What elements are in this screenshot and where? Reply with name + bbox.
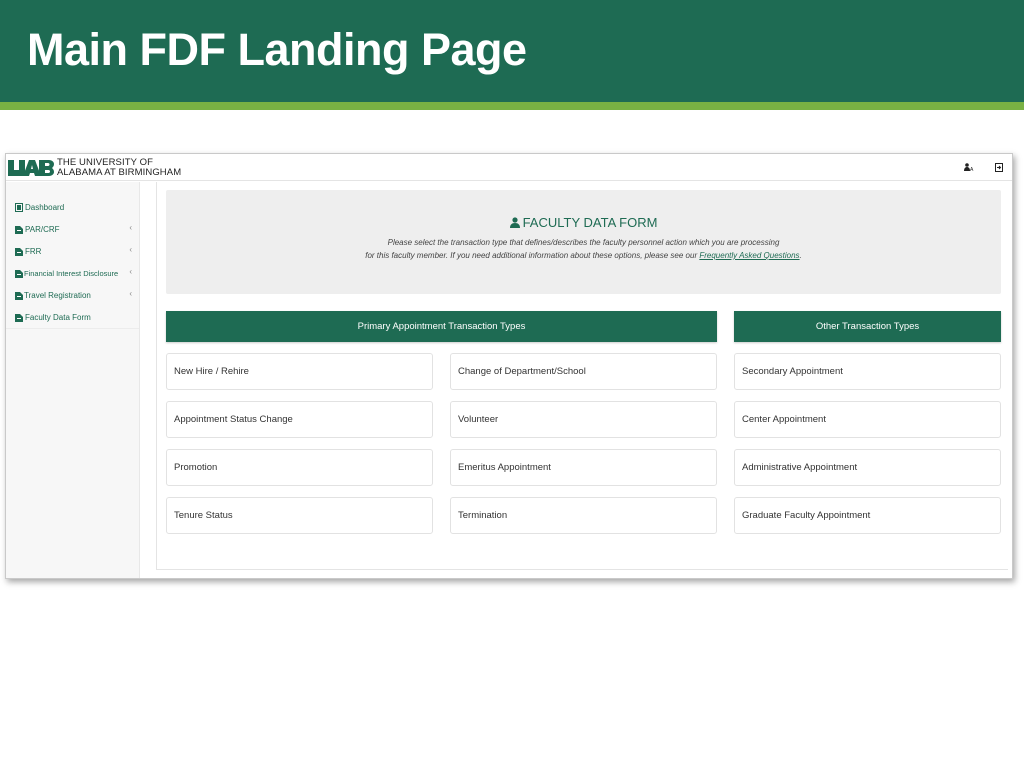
page-title: FACULTY DATA FORM [166,215,1001,230]
instructions-line2-end: . [799,251,802,260]
other-types-header: Other Transaction Types [734,311,1001,342]
instructions-line2-text: for this faculty member. If you need add… [365,251,700,260]
sidebar-item-faculty-data-form[interactable]: Faculty Data Form [6,306,139,328]
sidebar-item-label: Financial Interest Disclosure [24,268,119,278]
tile-new-hire-rehire[interactable]: New Hire / Rehire [166,353,433,390]
sidebar: Dashboard PAR/CRF ‹ FRR ‹ Financial Inte… [6,182,140,578]
dashboard-icon [15,202,23,212]
chevron-left-icon[interactable]: ‹ [129,267,132,276]
instructions-line2: for this faculty member. If you need add… [166,249,1001,262]
sidebar-item-label: Faculty Data Form [25,312,91,322]
tile-graduate-faculty-appointment[interactable]: Graduate Faculty Appointment [734,497,1001,534]
tile-center-appointment[interactable]: Center Appointment [734,401,1001,438]
faq-link[interactable]: Frequently Asked Questions [699,251,799,260]
file-icon [15,225,23,234]
uab-logo[interactable]: THE UNIVERSITY OF ALABAMA AT BIRMINGHAM [8,158,181,177]
user-icon [509,217,520,228]
tile-emeritus-appointment[interactable]: Emeritus Appointment [450,449,717,486]
file-icon [15,247,23,256]
chevron-left-icon[interactable]: ‹ [129,289,132,298]
tile-appointment-status-change[interactable]: Appointment Status Change [166,401,433,438]
app-screenshot: THE UNIVERSITY OF ALABAMA AT BIRMINGHAM … [5,153,1013,579]
file-icon [15,269,23,278]
instructions-text: Please select the transaction type that … [166,236,1001,262]
file-icon [15,313,23,322]
logout-icon[interactable] [992,161,1006,173]
instructions-line1: Please select the transaction type that … [387,238,780,247]
user-settings-icon[interactable]: A [962,161,976,173]
sidebar-item-financial-interest-disclosure[interactable]: Financial Interest Disclosure ‹ [6,262,139,284]
sidebar-item-par-crf[interactable]: PAR/CRF ‹ [6,218,139,240]
sidebar-divider [6,328,139,329]
file-icon [15,291,23,300]
slide-accent-bar [0,102,1024,110]
sidebar-item-dashboard[interactable]: Dashboard [6,196,139,218]
sidebar-item-label: PAR/CRF [25,224,60,234]
uab-logo-mark-icon [8,159,54,176]
page-title-text: FACULTY DATA FORM [522,215,658,230]
faculty-data-form-banner: FACULTY DATA FORM Please select the tran… [166,190,1001,294]
chevron-left-icon[interactable]: ‹ [129,245,132,254]
university-name-line2: ALABAMA AT BIRMINGHAM [57,166,182,178]
slide-title: Main FDF Landing Page [27,24,527,75]
tile-tenure-status[interactable]: Tenure Status [166,497,433,534]
tile-termination[interactable]: Termination [450,497,717,534]
sidebar-item-label: Dashboard [25,202,65,212]
tile-change-of-department-school[interactable]: Change of Department/School [450,353,717,390]
slide-header: Main FDF Landing Page [0,0,1024,102]
tile-secondary-appointment[interactable]: Secondary Appointment [734,353,1001,390]
sidebar-item-label: FRR [25,246,42,256]
sidebar-item-frr[interactable]: FRR ‹ [6,240,139,262]
chevron-left-icon[interactable]: ‹ [129,223,132,232]
main-content: FACULTY DATA FORM Please select the tran… [156,182,1008,570]
sidebar-item-travel-registration[interactable]: Travel Registration ‹ [6,284,139,306]
tile-administrative-appointment[interactable]: Administrative Appointment [734,449,1001,486]
top-navbar: THE UNIVERSITY OF ALABAMA AT BIRMINGHAM … [6,154,1012,181]
svg-text:A: A [970,167,974,171]
tile-promotion[interactable]: Promotion [166,449,433,486]
university-name: THE UNIVERSITY OF ALABAMA AT BIRMINGHAM [57,158,181,177]
tile-volunteer[interactable]: Volunteer [450,401,717,438]
sidebar-item-label: Travel Registration [24,290,91,300]
primary-types-header: Primary Appointment Transaction Types [166,311,717,342]
